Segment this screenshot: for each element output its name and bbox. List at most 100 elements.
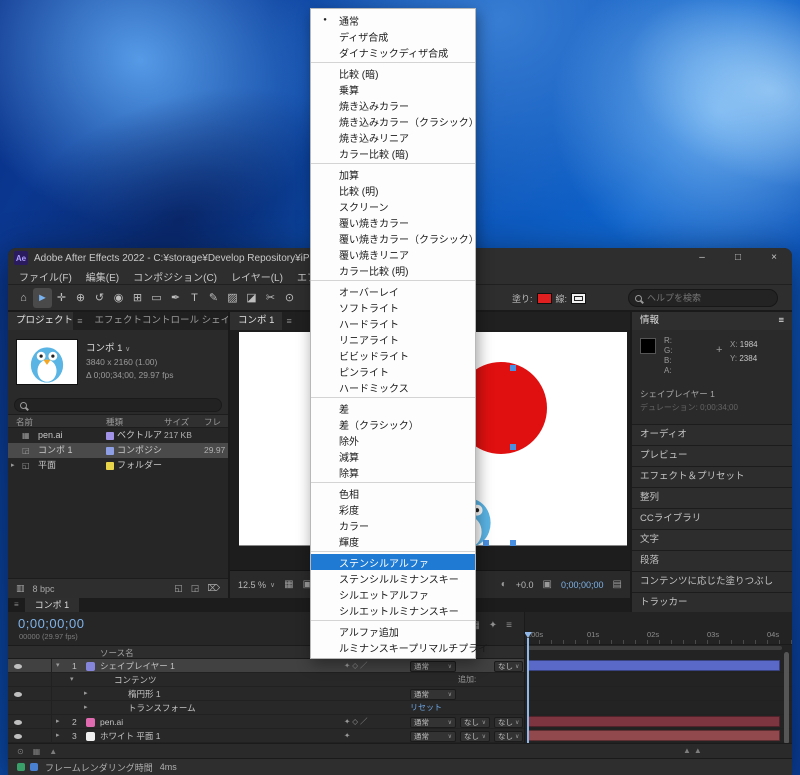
expand-transfer-icon[interactable]: ▦ xyxy=(33,747,41,756)
collapsed-panel-0[interactable]: オーディオ xyxy=(632,424,792,445)
layer-duration-bar[interactable] xyxy=(527,660,780,671)
menu-item-6-1[interactable]: ステンシルルミナンスキー xyxy=(311,570,475,586)
menubar-item-1[interactable]: 編集(E) xyxy=(79,269,126,284)
layer-color-chip[interactable] xyxy=(86,732,95,741)
menu-item-1-1[interactable]: 乗算 xyxy=(311,81,475,97)
exposure-value[interactable]: +0.0 xyxy=(516,580,534,590)
chevron-down-icon[interactable]: ∨ xyxy=(125,346,130,353)
stroke-color-swatch[interactable] xyxy=(571,293,586,304)
layer-duration-bar[interactable] xyxy=(527,716,780,727)
playhead[interactable] xyxy=(527,638,529,743)
menu-item-6-3[interactable]: シルエットルミナンスキー xyxy=(311,602,475,618)
menu-item-5-1[interactable]: 彩度 xyxy=(311,501,475,517)
menubar-item-2[interactable]: コンポジション(C) xyxy=(126,269,224,284)
menu-item-6-2[interactable]: シルエットアルファ xyxy=(311,586,475,602)
camera-icon[interactable]: ▣ xyxy=(543,579,552,590)
tab-timeline-comp[interactable]: コンポ 1 xyxy=(25,598,80,612)
brush-tool-icon[interactable]: ✎ xyxy=(204,288,223,308)
parent-link-dropdown[interactable]: なし∨ xyxy=(494,731,523,742)
puppet-pin-tool-icon[interactable]: ⊙ xyxy=(280,288,299,308)
menu-item-2-5[interactable]: 覆い焼きリニア xyxy=(311,246,475,262)
selection-tool-icon[interactable]: ► xyxy=(33,288,52,308)
track-matte-dropdown[interactable]: なし∨ xyxy=(460,731,490,742)
timeline-zoom-icon[interactable]: ▲▲ xyxy=(683,746,705,755)
eye-icon[interactable] xyxy=(14,734,22,739)
row-expander-icon[interactable]: ▸ xyxy=(11,458,15,473)
graph-editor-icon[interactable]: ≡ xyxy=(506,620,512,631)
mode-dropdown[interactable]: 通常∨ xyxy=(410,717,456,728)
expand-layers-icon[interactable]: ⊙ xyxy=(17,747,24,756)
project-row-0[interactable]: ▦pen.aiベクトルアート217 KB xyxy=(8,428,228,443)
tab-effect-controls[interactable]: エフェクトコントロール シェイプ xyxy=(87,312,228,330)
collapsed-panel-6[interactable]: 段落 xyxy=(632,550,792,571)
tab-comp-viewer[interactable]: コンポ 1 xyxy=(230,312,282,330)
column-size[interactable]: サイズ xyxy=(164,416,189,428)
menu-item-3-5[interactable]: ピンライト xyxy=(311,363,475,379)
collapsed-panel-7[interactable]: コンテンツに応じた塗りつぶし xyxy=(632,571,792,592)
exposure-icon[interactable]: ◐ xyxy=(501,579,507,590)
expander-icon[interactable]: ▸ xyxy=(84,687,88,701)
pan-behind-tool-icon[interactable]: ⊞ xyxy=(128,288,147,308)
collapsed-panel-5[interactable]: 文字 xyxy=(632,529,792,550)
menu-item-0-2[interactable]: ダイナミックディザ合成 xyxy=(311,44,475,60)
menu-item-1-4[interactable]: 焼き込みリニア xyxy=(311,129,475,145)
pen-tool-icon[interactable]: ✒ xyxy=(166,288,185,308)
time-ruler[interactable]: :00s01s02s03s04s xyxy=(525,612,792,645)
timeline-row-4[interactable]: ▸2pen.ai✦◇／通常∨なし∨なし∨ xyxy=(8,715,524,729)
menu-item-3-0[interactable]: オーバーレイ xyxy=(311,283,475,299)
minimize-button[interactable]: – xyxy=(684,248,720,268)
menu-item-2-0[interactable]: 加算 xyxy=(311,166,475,182)
shape-tool-icon[interactable]: ▭ xyxy=(147,288,166,308)
viewer-timecode[interactable]: 0;00;00;00 xyxy=(561,580,604,590)
close-button[interactable]: × xyxy=(756,248,792,268)
menu-item-3-2[interactable]: ハードライト xyxy=(311,315,475,331)
menu-item-7-1[interactable]: ルミナンスキープリマルチプライ xyxy=(311,639,475,655)
collapsed-panel-3[interactable]: 整列 xyxy=(632,487,792,508)
text-tool-icon[interactable]: T xyxy=(185,288,204,308)
mode-dropdown[interactable]: 通常∨ xyxy=(410,661,456,672)
visibility-cell[interactable] xyxy=(8,673,52,687)
menu-item-1-0[interactable]: 比較 (暗) xyxy=(311,65,475,81)
eye-icon[interactable] xyxy=(14,720,22,725)
project-search-input[interactable] xyxy=(31,400,216,410)
menubar-item-3[interactable]: レイヤー(L) xyxy=(224,269,290,284)
expander-icon[interactable]: ▾ xyxy=(70,673,74,687)
work-area-bar[interactable] xyxy=(527,646,782,650)
menu-item-2-4[interactable]: 覆い焼きカラー（クラシック） xyxy=(311,230,475,246)
menu-item-6-0[interactable]: ステンシルアルファ xyxy=(311,554,475,570)
visibility-cell[interactable] xyxy=(8,729,52,743)
grid-guides-icon[interactable]: ▦ xyxy=(284,579,293,590)
visibility-cell[interactable] xyxy=(8,701,52,715)
layer-switches[interactable]: ✦ xyxy=(344,729,406,743)
new-folder-icon[interactable]: ◱ xyxy=(174,583,183,594)
selection-handle[interactable] xyxy=(510,444,516,450)
menu-item-4-2[interactable]: 除外 xyxy=(311,432,475,448)
menu-item-5-3[interactable]: 輝度 xyxy=(311,533,475,549)
eye-icon[interactable] xyxy=(14,664,22,669)
timeline-row-2[interactable]: ▸楕円形 1通常∨ xyxy=(8,687,524,701)
project-row-2[interactable]: ▸◱平面フォルダー xyxy=(8,458,228,473)
menu-item-2-6[interactable]: カラー比較 (明) xyxy=(311,262,475,278)
row-extra-label[interactable]: リセット xyxy=(410,701,442,715)
panel-menu-icon[interactable]: ≡ xyxy=(282,312,295,330)
zoom-tool-icon[interactable]: ⊕ xyxy=(71,288,90,308)
selection-handle[interactable] xyxy=(510,540,516,546)
parent-link-dropdown[interactable]: なし∨ xyxy=(494,717,523,728)
maximize-button[interactable]: □ xyxy=(720,248,756,268)
hand-tool-icon[interactable]: ✛ xyxy=(52,288,71,308)
mode-dropdown[interactable]: 通常∨ xyxy=(410,689,456,700)
info-panel-title[interactable]: 情報 xyxy=(640,312,659,330)
menu-item-7-0[interactable]: アルファ追加 xyxy=(311,623,475,639)
visibility-cell[interactable] xyxy=(8,687,52,701)
expander-icon[interactable]: ▸ xyxy=(56,715,60,729)
menu-item-0-1[interactable]: ディザ合成 xyxy=(311,28,475,44)
color-depth-button[interactable]: 8 bpc xyxy=(33,584,55,594)
trash-icon[interactable]: ⌦ xyxy=(207,583,220,594)
layer-color-chip[interactable] xyxy=(86,718,95,727)
timeline-row-3[interactable]: ▸トランスフォームリセット xyxy=(8,701,524,715)
menu-item-5-2[interactable]: カラー xyxy=(311,517,475,533)
mode-dropdown[interactable]: 通常∨ xyxy=(410,731,456,742)
source-name-header[interactable]: ソース名 xyxy=(100,647,134,659)
help-search-box[interactable] xyxy=(628,289,778,307)
parent-link-dropdown[interactable]: なし∨ xyxy=(494,661,523,672)
